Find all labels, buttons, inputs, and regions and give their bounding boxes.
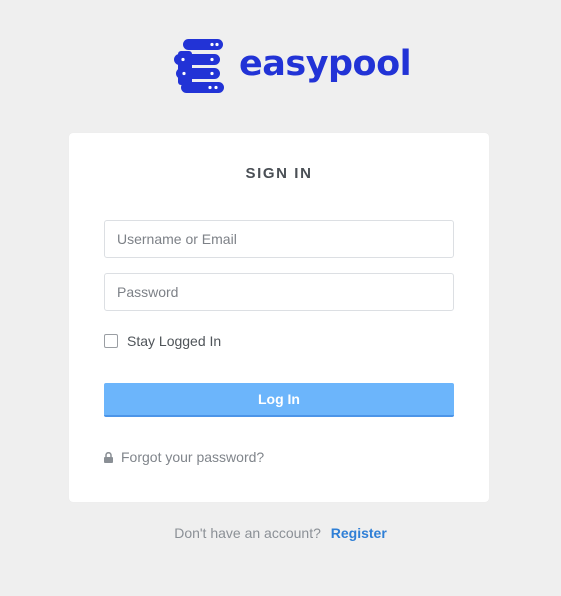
- register-link[interactable]: Register: [331, 525, 387, 541]
- password-input[interactable]: [104, 273, 454, 311]
- remember-me-option[interactable]: Stay Logged In: [104, 333, 221, 349]
- brand-name: easypool: [239, 43, 412, 84]
- easypool-logo-icon: [174, 39, 224, 93]
- login-button[interactable]: Log In: [104, 383, 454, 417]
- remember-me-checkbox[interactable]: [104, 334, 118, 348]
- forgot-password-label[interactable]: Forgot your password?: [121, 449, 264, 465]
- page-title: SIGN IN: [245, 165, 313, 182]
- brand-logo: easypool: [174, 38, 412, 94]
- forgot-password-link[interactable]: Forgot your password?: [104, 449, 264, 465]
- login-card: SIGN IN Stay Logged In Log In Forgot you…: [69, 133, 489, 502]
- lock-icon: [104, 451, 113, 463]
- username-input[interactable]: [104, 220, 454, 258]
- signup-text: Don't have an account?: [174, 525, 321, 541]
- remember-me-label[interactable]: Stay Logged In: [127, 333, 221, 349]
- signup-prompt: Don't have an account? Register: [0, 525, 561, 541]
